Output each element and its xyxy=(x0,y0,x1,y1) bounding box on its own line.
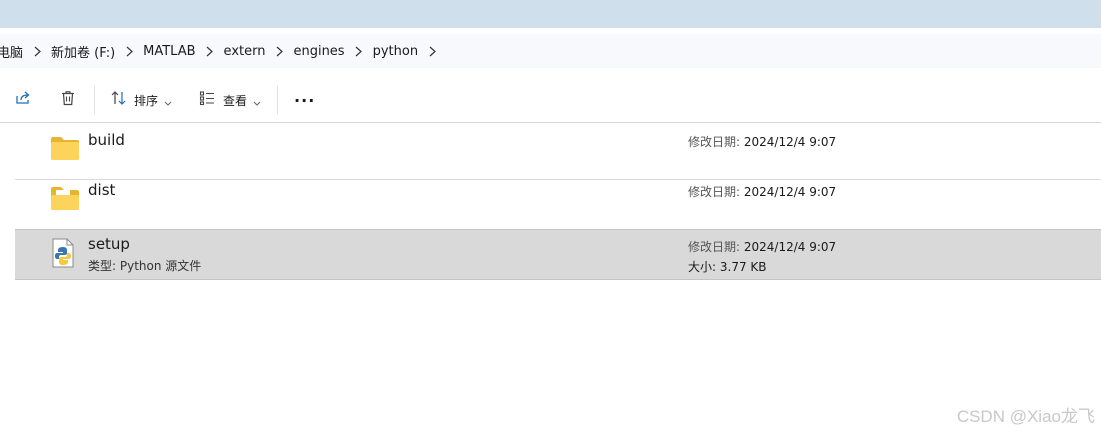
modified-date: 修改日期: 2024/12/4 9:07 xyxy=(688,185,837,199)
python-file-icon xyxy=(51,238,79,268)
sort-label: 排序 xyxy=(134,93,159,108)
breadcrumb-item-pc[interactable]: 电脑 xyxy=(0,42,23,61)
folder-icon xyxy=(50,135,79,163)
modified-date: 修改日期: 2024/12/4 9:07 xyxy=(688,135,837,149)
command-bar: 排序 查看 ··· xyxy=(0,78,1101,123)
chevron-right-icon[interactable] xyxy=(32,46,42,56)
toolbar-divider xyxy=(94,86,95,114)
modified-date: 修改日期: 2024/12/4 9:07 xyxy=(688,240,837,254)
folder-icon xyxy=(50,185,79,213)
chevron-right-icon[interactable] xyxy=(354,46,364,56)
breadcrumb: 电脑 新加卷 (F:) MATLAB extern engines python xyxy=(0,42,446,61)
share-icon xyxy=(14,89,32,111)
breadcrumb-item-matlab[interactable]: MATLAB xyxy=(143,44,195,59)
sort-button[interactable]: 排序 xyxy=(110,84,172,116)
file-name: build xyxy=(88,131,125,149)
breadcrumb-item-python[interactable]: python xyxy=(373,44,418,59)
window-titlebar xyxy=(0,0,1101,28)
more-options-button[interactable]: ··· xyxy=(294,84,315,116)
view-label: 查看 xyxy=(223,93,248,108)
file-size: 大小: 3.77 KB xyxy=(688,260,767,274)
sort-arrows-icon xyxy=(110,89,128,111)
chevron-down-icon xyxy=(164,91,172,110)
breadcrumb-item-drive[interactable]: 新加卷 (F:) xyxy=(51,42,115,61)
list-item[interactable]: build 修改日期: 2024/12/4 9:07 xyxy=(15,125,1101,174)
share-button[interactable] xyxy=(14,84,32,116)
delete-button[interactable] xyxy=(59,84,77,116)
file-type: 类型: Python 源文件 xyxy=(88,259,202,273)
file-name: dist xyxy=(88,181,116,199)
trash-icon xyxy=(59,89,77,111)
chevron-right-icon[interactable] xyxy=(205,46,215,56)
list-item-selected[interactable]: setup 类型: Python 源文件 修改日期: 2024/12/4 9:0… xyxy=(15,229,1101,280)
breadcrumb-item-engines[interactable]: engines xyxy=(293,44,344,59)
chevron-right-icon[interactable] xyxy=(274,46,284,56)
list-item[interactable]: dist 修改日期: 2024/12/4 9:07 xyxy=(15,175,1101,224)
chevron-down-icon xyxy=(253,91,261,110)
chevron-right-icon[interactable] xyxy=(427,46,437,56)
list-view-icon xyxy=(199,90,215,110)
more-icon: ··· xyxy=(294,90,316,110)
chevron-right-icon[interactable] xyxy=(124,46,134,56)
toolbar-divider xyxy=(277,86,279,114)
file-name: setup xyxy=(88,235,130,253)
address-bar[interactable]: 电脑 新加卷 (F:) MATLAB extern engines python xyxy=(0,34,1101,68)
watermark: CSDN @Xiao龙飞 xyxy=(956,407,1095,426)
view-button[interactable]: 查看 xyxy=(199,84,261,116)
breadcrumb-item-extern[interactable]: extern xyxy=(224,44,266,59)
